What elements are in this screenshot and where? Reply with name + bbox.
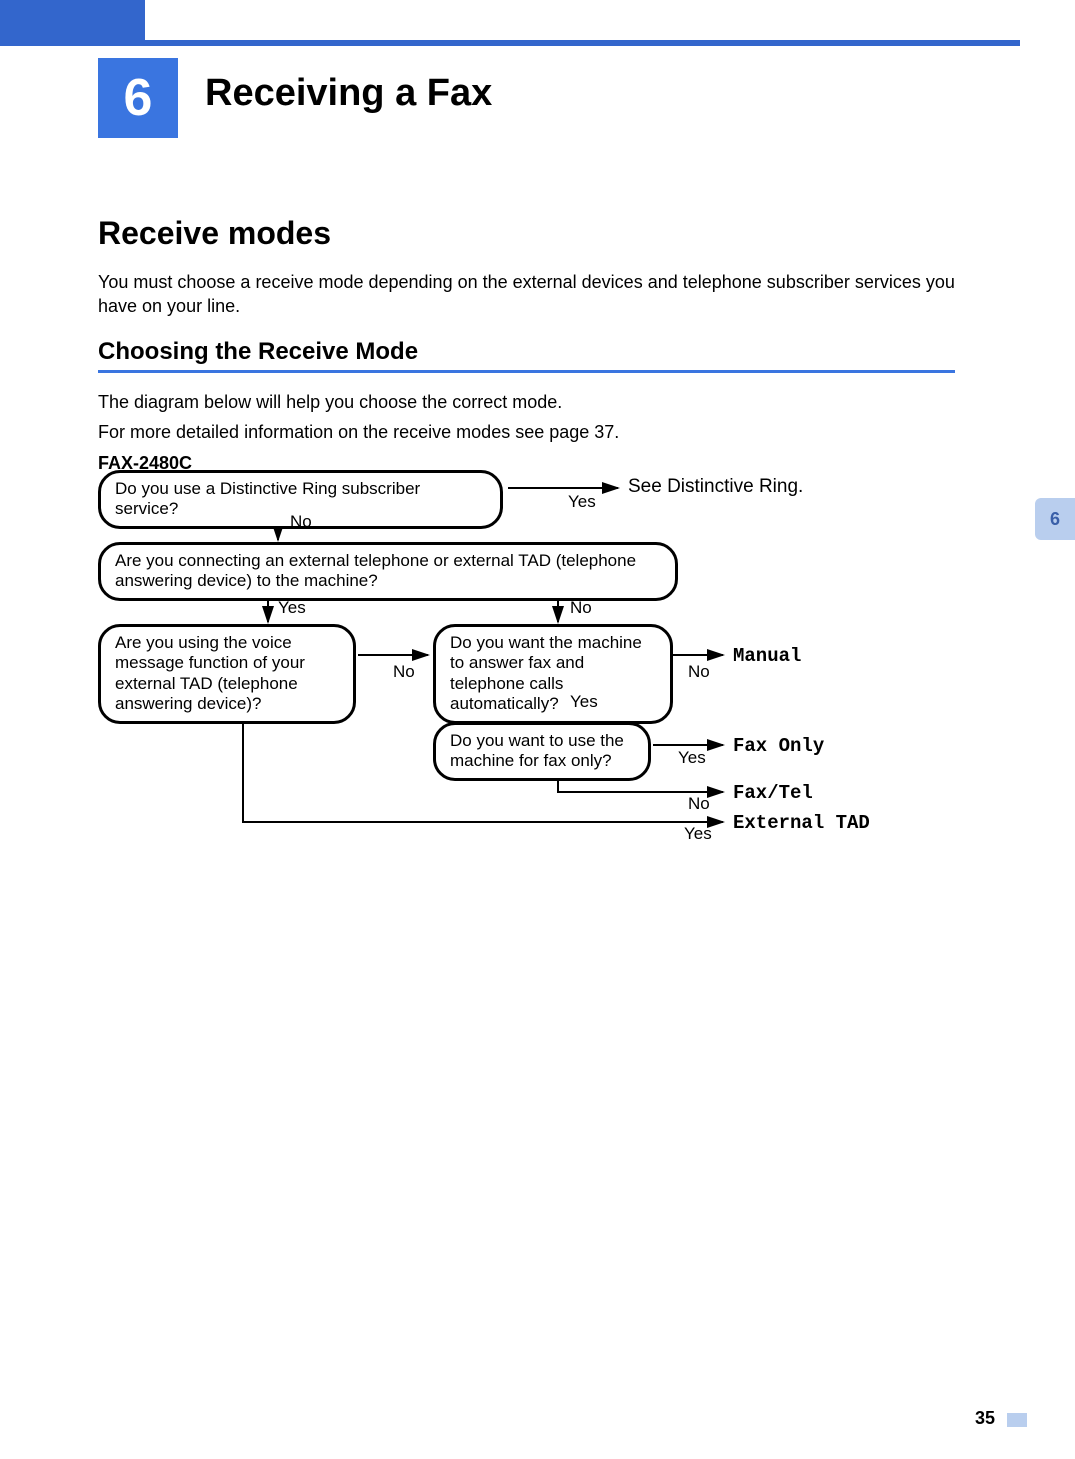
top-rule bbox=[0, 40, 1020, 46]
flow-result-manual: Manual bbox=[733, 645, 801, 667]
flow-q2-no-label: No bbox=[570, 598, 592, 618]
chapter-number-box: 6 bbox=[98, 58, 178, 138]
paragraph-diagram-help: The diagram below will help you choose t… bbox=[98, 390, 955, 414]
flow-q4: Do you want the machine to answer fax an… bbox=[433, 624, 673, 724]
subheading-choosing-receive-mode: Choosing the Receive Mode bbox=[98, 338, 418, 366]
flow-q5: Do you want to use the machine for fax o… bbox=[433, 722, 651, 781]
subheading-rule bbox=[98, 370, 955, 373]
flowchart: Do you use a Distinctive Ring subscriber… bbox=[98, 470, 998, 890]
flow-result-fax-tel: Fax/Tel bbox=[733, 782, 813, 804]
flow-q2: Are you connecting an external telephone… bbox=[98, 542, 678, 601]
section-heading-receive-modes: Receive modes bbox=[98, 215, 331, 252]
chapter-title: Receiving a Fax bbox=[205, 72, 492, 115]
flow-q4-yes-label: Yes bbox=[570, 692, 598, 712]
flow-q1-no-label: No bbox=[290, 512, 312, 532]
flow-q1-yes-label: Yes bbox=[568, 492, 596, 512]
page-number-bar bbox=[1007, 1413, 1027, 1427]
flow-q4-no-label: No bbox=[688, 662, 710, 682]
intro-paragraph: You must choose a receive mode depending… bbox=[98, 270, 955, 319]
flow-q5-yes-label: Yes bbox=[678, 748, 706, 768]
flow-q3-no-label: No bbox=[393, 662, 415, 682]
flow-q3: Are you using the voice message function… bbox=[98, 624, 356, 724]
flow-result-external-tad: External TAD bbox=[733, 812, 870, 834]
flow-q5-no-label: No bbox=[688, 794, 710, 814]
page-number: 35 bbox=[975, 1408, 995, 1429]
flow-exttad-yes-label: Yes bbox=[684, 824, 712, 844]
top-strip bbox=[0, 0, 145, 40]
flow-q2-yes-label: Yes bbox=[278, 598, 306, 618]
flow-q1-result: See Distinctive Ring. bbox=[628, 476, 803, 498]
flow-result-fax-only: Fax Only bbox=[733, 735, 824, 757]
paragraph-see-page: For more detailed information on the rec… bbox=[98, 420, 955, 444]
side-tab: 6 bbox=[1035, 498, 1075, 540]
